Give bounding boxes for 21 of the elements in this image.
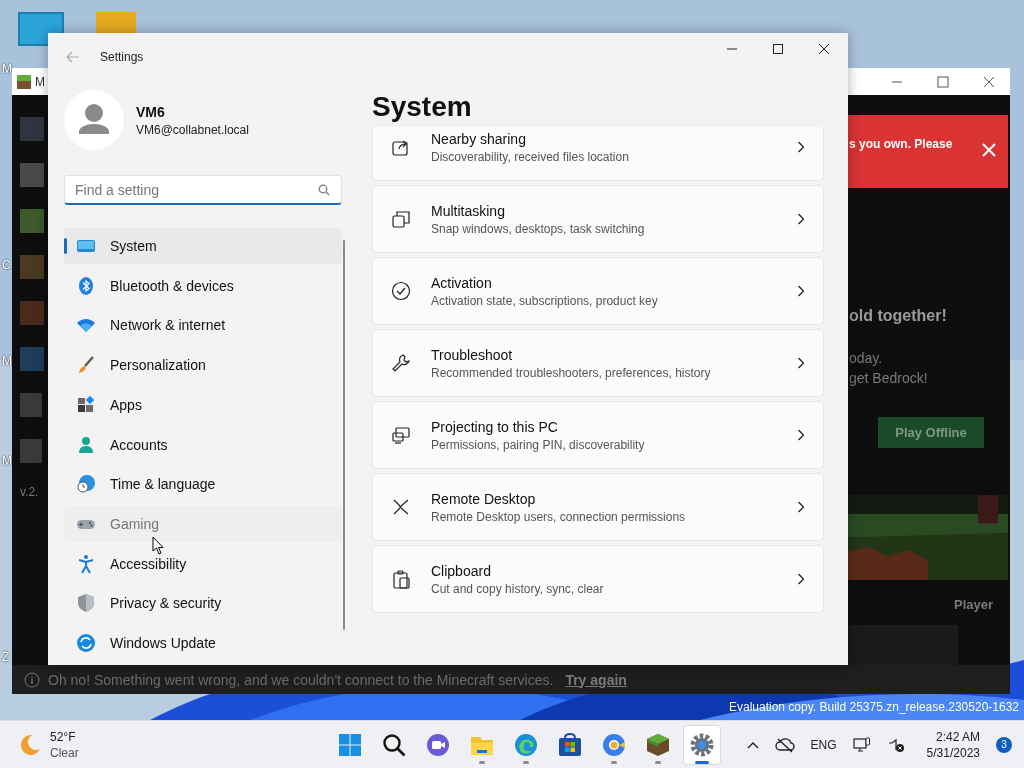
windows-logo-icon	[337, 731, 363, 758]
cloud-off-icon[interactable]	[774, 736, 795, 753]
moon-icon[interactable]	[18, 732, 42, 757]
search-icon	[381, 731, 407, 758]
temperature-text[interactable]: 52°F	[50, 729, 79, 744]
notification-count[interactable]: 3	[996, 736, 1012, 753]
weather-condition[interactable]: Clear	[50, 745, 79, 760]
clock[interactable]: 2:42 AM 5/31/2023	[926, 729, 980, 760]
speaker-muted-icon[interactable]	[886, 736, 905, 753]
store-bag-icon	[557, 731, 583, 758]
grass-block-icon	[645, 731, 671, 758]
network-icon[interactable]	[852, 736, 871, 753]
language-indicator[interactable]: ENG	[810, 737, 837, 752]
chevron-up-icon[interactable]	[746, 740, 759, 749]
browser-logo-icon	[513, 731, 539, 758]
video-chat-icon	[425, 731, 451, 758]
settings-button[interactable]	[683, 724, 721, 765]
settings-icon	[689, 731, 715, 758]
date-text: 5/31/2023	[926, 745, 980, 760]
browser-logo-icon	[601, 731, 627, 758]
time-text: 2:42 AM	[935, 729, 980, 744]
